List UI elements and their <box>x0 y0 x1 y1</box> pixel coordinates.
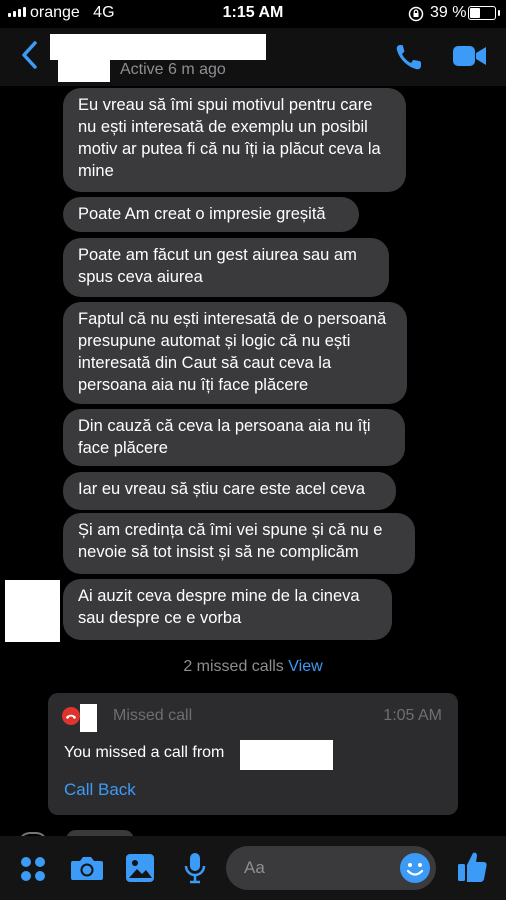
message-input[interactable]: Aa <box>226 846 436 890</box>
message-composer: Aa <box>0 836 506 900</box>
camera-icon[interactable] <box>70 854 104 882</box>
video-call-icon[interactable] <box>452 44 488 68</box>
message-input-placeholder: Aa <box>244 858 265 877</box>
contact-avatar-redacted <box>58 60 110 82</box>
call-card-title: Missed call <box>113 707 193 724</box>
phone-call-icon[interactable] <box>394 42 426 72</box>
emoji-icon[interactable] <box>400 853 430 883</box>
message-bubble[interactable]: Poate am făcut un gest aiurea sau am spu… <box>63 238 389 297</box>
call-back-button[interactable]: Call Back <box>64 780 136 800</box>
message-bubble[interactable]: Poate Am creat o impresie greșită <box>63 197 359 232</box>
message-bubble[interactable]: Ai auzit ceva despre mine de la cineva s… <box>63 579 392 640</box>
active-status: Active 6 m ago <box>120 61 226 78</box>
gallery-icon[interactable] <box>125 853 155 883</box>
microphone-icon[interactable] <box>184 852 206 884</box>
call-card-text: You missed a call from <box>64 744 225 761</box>
rotation-lock-icon <box>408 6 424 22</box>
sender-avatar-redacted <box>5 580 60 642</box>
message-bubble[interactable]: Faptul că nu ești interesată de o persoa… <box>63 302 407 404</box>
message-bubble[interactable]: Din cauză că ceva la persoana aia nu îți… <box>63 409 405 466</box>
call-card-time: 1:05 AM <box>383 707 442 724</box>
missed-calls-summary: 2 missed calls View <box>183 658 323 675</box>
status-bar: orange 4G 1:15 AM 39 % <box>0 0 506 28</box>
chat-header: Active 6 m ago <box>0 28 506 86</box>
battery-icon <box>468 6 500 20</box>
message-bubble[interactable]: Și am credința că îmi vei spune și că nu… <box>63 513 415 574</box>
apps-grid-icon[interactable] <box>20 856 46 882</box>
battery-percent: 39 % <box>430 4 467 21</box>
missed-call-card: Missed call 1:05 AM You missed a call fr… <box>48 693 458 815</box>
message-bubble[interactable]: Iar eu vreau să știu care este acel ceva <box>63 472 396 510</box>
message-bubble[interactable]: Eu vreau să îmi spui motivul pentru care… <box>63 88 406 192</box>
contact-name-redacted[interactable] <box>50 34 266 60</box>
thumbs-up-icon[interactable] <box>456 850 488 884</box>
view-missed-calls-link[interactable]: View <box>288 658 322 675</box>
caller-name-redacted <box>240 740 333 770</box>
back-chevron-icon[interactable] <box>20 40 38 70</box>
redacted-block <box>80 704 97 732</box>
missed-call-icon <box>62 707 80 725</box>
